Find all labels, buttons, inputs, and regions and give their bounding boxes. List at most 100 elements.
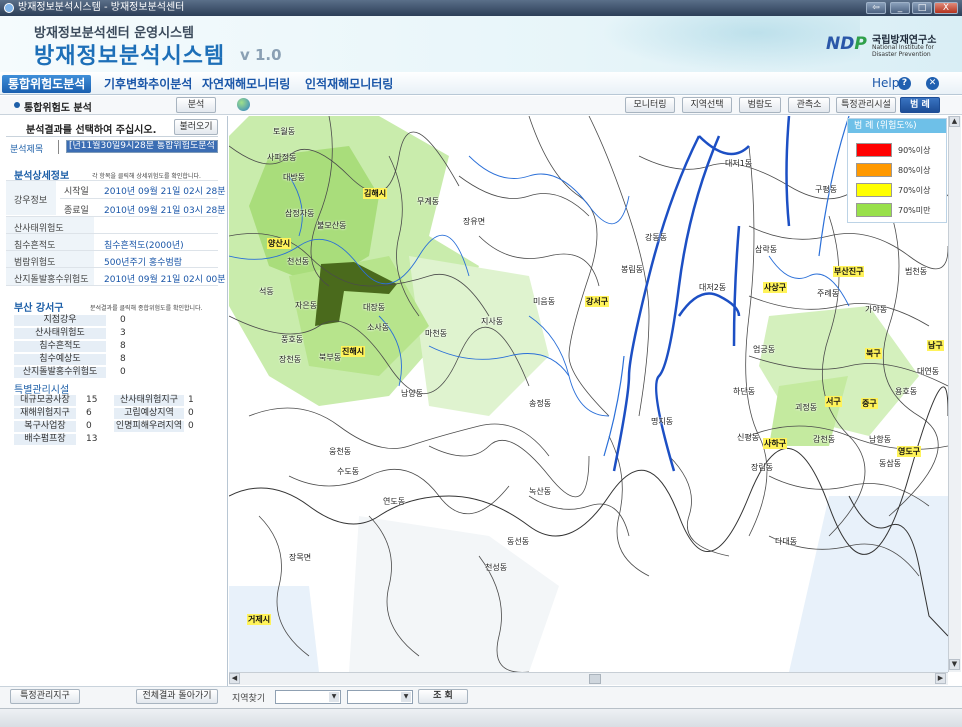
tab-natural-disaster[interactable]: 자연재해모니터링	[202, 75, 290, 93]
map-label: 강동동	[645, 233, 668, 242]
region-select-1[interactable]: ▼	[275, 690, 341, 704]
city-label[interactable]: 진해시	[341, 346, 366, 357]
map-label: 대연동	[917, 367, 940, 376]
globe-icon[interactable]	[237, 98, 250, 111]
scroll-thumb[interactable]	[589, 674, 601, 684]
district-label[interactable]: 북구	[865, 348, 882, 359]
restore-window-button[interactable]: ⇦	[866, 2, 886, 14]
map-label: 지사동	[481, 317, 504, 326]
tool-special-facilities[interactable]: 특정관리시설	[836, 97, 896, 113]
city-label[interactable]: 거제시	[247, 614, 272, 625]
scroll-down-icon[interactable]: ▼	[949, 659, 960, 670]
tab-climate-trend[interactable]: 기후변화추이분석	[104, 75, 192, 93]
district-label[interactable]: 강서구	[585, 296, 610, 307]
map-horizontal-scrollbar[interactable]: ◀ ▶	[229, 672, 948, 685]
minimize-button[interactable]: _	[890, 2, 910, 14]
map-label: 석동	[259, 287, 274, 296]
facility-value-casualty-area: 0	[188, 421, 194, 431]
tab-human-disaster[interactable]: 인적재해모니터링	[305, 75, 393, 93]
map-vertical-scrollbar[interactable]: ▲ ▼	[948, 116, 961, 672]
map-label: 용호동	[895, 387, 918, 396]
main-nav: 통합위험도분석 기후변화추이분석 자연재해모니터링 인적재해모니터링 Help …	[0, 72, 962, 95]
analyze-button[interactable]: 분석	[176, 97, 216, 113]
app-icon	[4, 3, 14, 13]
rain-info-label: 강우정보	[14, 196, 48, 206]
return-all-results-button[interactable]: 전체결과 돌아가기	[136, 689, 218, 704]
region-select-2[interactable]: ▼	[347, 690, 413, 704]
city-label[interactable]: 양산시	[267, 238, 292, 249]
district-label[interactable]: 서구	[825, 396, 842, 407]
map-label: 가야동	[865, 305, 888, 314]
institute-logo: NDP	[826, 34, 867, 54]
district-hint: 분석결과를 클릭해 종합위험도를 확인합니다.	[90, 305, 203, 312]
scroll-right-icon[interactable]: ▶	[935, 673, 946, 684]
maximize-button[interactable]: □	[912, 2, 932, 14]
map-label: 천성동	[485, 563, 508, 572]
special-zone-button[interactable]: 특정관리지구	[10, 689, 80, 704]
stat-value-debris-flood: 0	[120, 367, 126, 377]
map-label: 남항동	[869, 435, 892, 444]
analysis-title-label: 분석제목	[10, 145, 44, 155]
stat-label-inundation-trace[interactable]: 침수흔적도	[14, 341, 106, 352]
map-label: 봉림동	[621, 265, 644, 274]
tool-monitoring[interactable]: 모니터링	[625, 97, 675, 113]
map-label: 장천동	[279, 355, 302, 364]
risk-map[interactable]: 토월동 사파정동 대방동 삼정자동 불모산동 천선동 석동 자은동 풍호동 장천…	[229, 116, 948, 672]
stat-value-rain: 0	[120, 315, 126, 325]
district-label[interactable]: 남구	[927, 340, 944, 351]
debris-flood-value[interactable]: 2010년 09월 21일 02시 00분	[104, 272, 226, 285]
facility-label-isolation-area[interactable]: 고립예상지역	[114, 408, 184, 419]
district-label[interactable]: 부산진구	[833, 266, 865, 277]
map-label: 구평동	[815, 185, 838, 194]
facility-label-recovery-site[interactable]: 복구사업장	[14, 421, 76, 432]
map-label: 수도동	[337, 467, 360, 476]
help-link[interactable]: Help	[872, 76, 899, 90]
load-button[interactable]: 불러오기	[174, 119, 218, 135]
scroll-up-icon[interactable]: ▲	[949, 116, 960, 127]
tool-legend[interactable]: 범 례	[900, 97, 940, 113]
end-date-value[interactable]: 2010년 09월 21일 03시 28분	[104, 203, 226, 216]
district-label[interactable]: 사상구	[763, 282, 788, 293]
tab-integrated-risk[interactable]: 통합위험도분석	[2, 75, 92, 93]
close-window-button[interactable]: X	[934, 2, 958, 14]
tool-stations[interactable]: 관측소	[788, 97, 830, 113]
stat-label-debris-flood[interactable]: 산지돌발홍수위험도	[14, 367, 106, 378]
facility-value-recovery-site: 0	[86, 421, 92, 431]
map-label: 송정동	[529, 399, 552, 408]
scroll-left-icon[interactable]: ◀	[229, 673, 240, 684]
city-label[interactable]: 김해시	[363, 188, 388, 199]
legend-label: 80%이상	[898, 166, 931, 175]
map-label: 주례동	[817, 289, 840, 298]
search-button[interactable]: 조 회	[418, 689, 468, 704]
map-label: 엄궁동	[753, 345, 776, 354]
legend-label: 70%미만	[898, 206, 931, 215]
stat-value-inundation-trace: 8	[120, 341, 126, 351]
analysis-title-field[interactable]: [년11월30일9시28분 통합위험도분석	[66, 140, 218, 153]
tool-region-select[interactable]: 지역선택	[682, 97, 732, 113]
debris-flood-label[interactable]: 산지돌발홍수위험도	[14, 272, 89, 285]
facility-label-hazard-zone[interactable]: 재해위험지구	[14, 408, 76, 419]
stat-label-landslide[interactable]: 산사태위험도	[14, 328, 106, 339]
facility-value-construction: 15	[86, 395, 98, 405]
chevron-down-icon[interactable]: ▼	[329, 692, 339, 702]
facility-label-casualty-area[interactable]: 인명피해우려지역	[114, 421, 184, 432]
start-date-value[interactable]: 2010년 09월 21일 02시 28분	[104, 184, 226, 197]
map-label: 다대동	[775, 537, 798, 546]
facility-label-construction[interactable]: 대규모공사장	[14, 395, 76, 406]
stat-label-rain[interactable]: 지점강우	[14, 315, 106, 326]
facility-value-pump-station: 13	[86, 434, 98, 444]
facility-value-isolation-area: 0	[188, 408, 194, 418]
map-label: 삼정자동	[285, 209, 315, 218]
district-label[interactable]: 영도구	[897, 446, 922, 457]
facility-label-pump-station[interactable]: 배수펌프장	[14, 434, 76, 445]
district-label[interactable]: 중구	[861, 398, 878, 409]
chevron-down-icon[interactable]: ▼	[401, 692, 411, 702]
tool-flood-map[interactable]: 범람도	[739, 97, 781, 113]
stat-label-inundation-forecast[interactable]: 침수예상도	[14, 354, 106, 365]
close-icon[interactable]: ✕	[926, 77, 939, 90]
help-icon[interactable]: ?	[898, 77, 911, 90]
district-label[interactable]: 사하구	[763, 438, 788, 449]
legend-label: 90%이상	[898, 146, 931, 155]
map-label: 무계동	[417, 197, 440, 206]
facility-label-landslide-zone[interactable]: 산사태위험지구	[114, 395, 184, 406]
